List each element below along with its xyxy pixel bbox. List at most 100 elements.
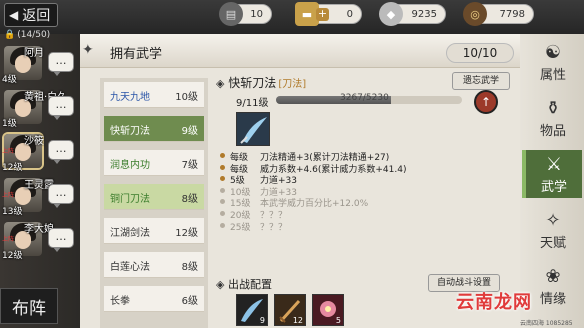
upgrade-button[interactable]: ↑ <box>474 90 498 114</box>
attribute-icon: ☯ <box>544 41 562 63</box>
chat-bubble-icon[interactable]: … <box>48 184 74 208</box>
bandage-icon: ▤ <box>219 2 243 26</box>
effect-row: 5级 力道+33 <box>220 173 500 186</box>
chat-bubble-icon[interactable]: … <box>48 52 74 76</box>
silver-icon: ◆ <box>379 2 403 26</box>
tab-items[interactable]: ⚱ 物品 <box>528 94 578 142</box>
back-button[interactable]: ◀ 返回 <box>4 3 58 27</box>
effect-row-locked: 10级 力道+33 <box>220 185 500 198</box>
battle-config-title: ◈ 出战配置 <box>216 278 272 291</box>
skill-item[interactable]: 润息内功 7级 <box>104 150 204 176</box>
skill-item[interactable]: 长拳 6级 <box>104 286 204 312</box>
member-name: 阿月 <box>24 48 44 59</box>
tab-affinity[interactable]: ❀ 情缘 <box>528 262 578 310</box>
member-level: 12级 <box>2 163 23 173</box>
skill-item[interactable]: 白莲心法 8级 <box>104 252 204 278</box>
skill-name: 铜门刀法 <box>110 194 150 205</box>
skill-name: 长拳 <box>110 296 130 307</box>
skill-panel: ✦ 拥有武学 10/10 九天九地 10级 快斩刀法 9级 润息内功 7级 铜门… <box>80 34 520 328</box>
deployed-tag: 上阵 <box>2 192 15 199</box>
member-level: 12级 <box>2 251 23 261</box>
skill-level: 9级 <box>181 126 198 137</box>
panel-title: 拥有武学 <box>110 47 163 62</box>
tab-attributes[interactable]: ☯ 属性 <box>528 38 578 86</box>
xp-text: 3267/5230 <box>340 93 389 103</box>
party-member[interactable]: 上阵 沙筱 12级 … <box>0 132 80 173</box>
blade-skill-icon <box>236 112 270 146</box>
skill-list: 九天九地 10级 快斩刀法 9级 润息内功 7级 铜门刀法 8级 江湖剑法 12… <box>100 78 208 328</box>
resource-gold: ▬ + 0 <box>295 2 362 26</box>
skill-level: 10级 <box>175 92 198 103</box>
detail-skill-type: [刀法] <box>278 79 307 90</box>
party-member[interactable]: 阿月 4级 … <box>0 44 80 85</box>
talent-icon: ✧ <box>545 209 561 231</box>
effects-list: 每级 刀法精通+3(累计刀法精通+27) 每级 威力系数+4.6(累计威力系数+41… <box>220 150 500 233</box>
chat-bubble-icon[interactable]: … <box>48 140 74 164</box>
detail-skill-name: 快斩刀法 <box>228 76 277 90</box>
slot-count: 5 <box>335 316 341 325</box>
kite-icon: ✦ <box>82 42 94 58</box>
battle-slot[interactable]: 12 <box>274 294 306 326</box>
party-member[interactable]: 上阵 王灵露 13级 … <box>0 176 80 217</box>
skill-item[interactable]: 江湖剑法 12级 <box>104 218 204 244</box>
resource-value: 7798 <box>499 8 525 20</box>
forget-skill-button[interactable]: 遗忘武学 <box>452 72 510 90</box>
skill-level: 12级 <box>175 228 198 239</box>
party-member[interactable]: 黄祖·白久 1级 … <box>0 88 80 129</box>
item-icon: ⚱ <box>545 97 561 119</box>
resource-silver: ◆ 9235 <box>379 2 446 26</box>
effect-row-locked: 15级 本武学威力百分比+12.0% <box>220 196 500 209</box>
slot-count: 9 <box>259 316 265 325</box>
tab-talent[interactable]: ✧ 天赋 <box>528 206 578 254</box>
deployed-tag: 上阵 <box>2 236 15 243</box>
watermark-sub: 云南四海 1085285 <box>520 320 573 327</box>
tab-martial[interactable]: ⚔ 武学 <box>522 150 582 198</box>
chat-bubble-icon[interactable]: … <box>48 228 74 252</box>
skill-name: 润息内功 <box>110 160 150 171</box>
add-gold-button[interactable]: + <box>316 8 329 21</box>
resource-coin: ◎ 7798 <box>463 2 534 26</box>
side-tabs: ☯ 属性 ⚱ 物品 ⚔ 武学 ✧ 天赋 ❀ 情缘 <box>520 34 584 328</box>
skill-name: 江湖剑法 <box>110 228 150 239</box>
skill-item[interactable]: 九天九地 10级 <box>104 82 204 108</box>
effect-row: 每级 威力系数+4.6(累计威力系数+41.4) <box>220 162 500 175</box>
slot-count: 12 <box>292 316 303 325</box>
deployed-tag: 上阵 <box>2 148 15 155</box>
member-level: 1级 <box>2 119 17 129</box>
skill-name: 白莲心法 <box>110 262 150 273</box>
back-arrow-icon: ◀ <box>9 8 19 22</box>
member-level: 4级 <box>2 75 17 85</box>
resource-value: 10 <box>250 8 263 20</box>
skill-level-text: 9/11级 <box>236 98 269 109</box>
diamond-icon: ◈ <box>216 278 225 291</box>
affinity-icon: ❀ <box>545 265 561 287</box>
lock-icon: 🔒 <box>4 30 16 40</box>
effect-row: 每级 刀法精通+3(累计刀法精通+27) <box>220 150 500 163</box>
skill-level: 6级 <box>181 296 198 307</box>
resource-value: 0 <box>346 8 353 20</box>
member-name: 沙筱 <box>24 136 44 147</box>
martial-icon: ⚔ <box>545 153 563 175</box>
effect-row-locked: 20级？？？ <box>220 208 500 221</box>
skill-count: 10/10 <box>446 43 514 63</box>
party-count: 🔒 (14/50) <box>4 30 51 40</box>
detail-title: ◈ 快斩刀法 [刀法] <box>216 74 306 91</box>
skill-item[interactable]: 铜门刀法 8级 <box>104 184 204 210</box>
back-label: 返回 <box>22 8 51 24</box>
skill-item-selected[interactable]: 快斩刀法 9级 <box>104 116 204 142</box>
panel-header: ✦ 拥有武学 10/10 <box>80 34 520 68</box>
resource-bandage: ▤ 10 <box>219 2 272 26</box>
skill-name: 快斩刀法 <box>110 126 150 137</box>
party-member[interactable]: 上阵 李大娘 12级 … <box>0 220 80 261</box>
battle-slot[interactable]: 5 <box>312 294 344 326</box>
effect-row-locked: 25级？？？ <box>220 220 500 233</box>
battle-slot[interactable]: 9 <box>236 294 268 326</box>
diamond-icon: ◈ <box>216 77 225 90</box>
watermark: 云南龙网 <box>456 292 532 313</box>
skill-level: 8级 <box>181 262 198 273</box>
chat-bubble-icon[interactable]: … <box>48 96 74 120</box>
resource-value: 9235 <box>411 8 437 20</box>
skill-level: 8级 <box>181 194 198 205</box>
skill-name: 九天九地 <box>110 92 150 103</box>
formation-button[interactable]: 布阵 <box>0 288 58 324</box>
